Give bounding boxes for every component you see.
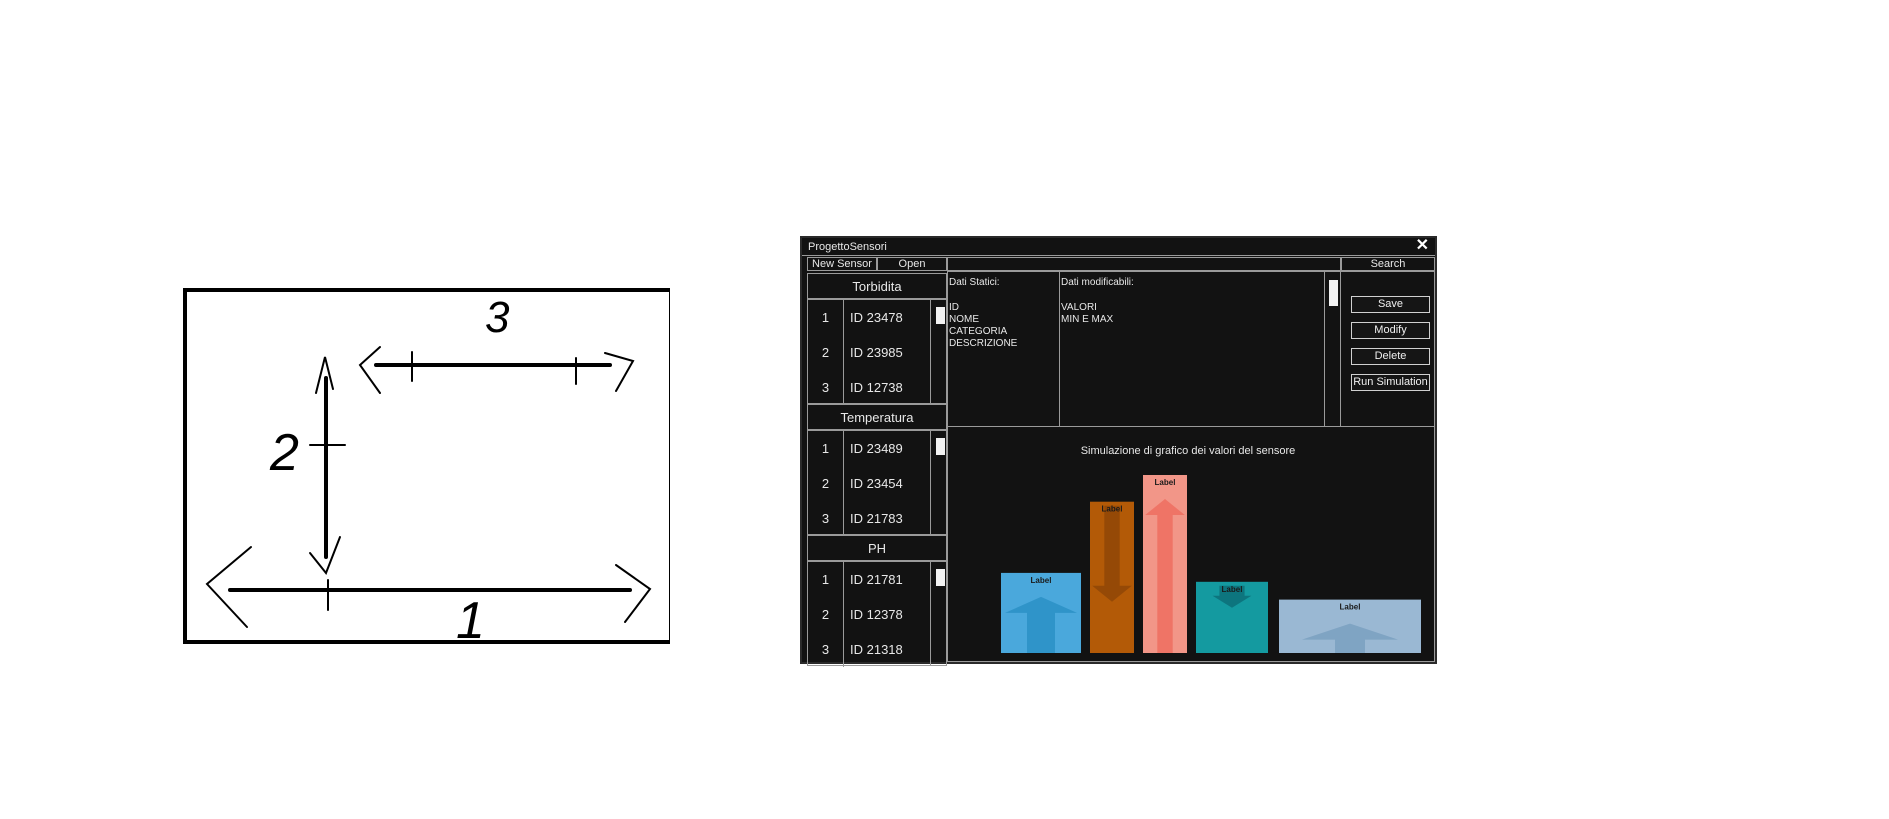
search-button[interactable]: Search [1341, 257, 1435, 271]
sensor-item[interactable]: ID 21783 [850, 501, 930, 536]
chart-panel: Simulazione di grafico dei valori del se… [947, 426, 1435, 662]
actions-panel: Save Modify Delete Run Simulation [1340, 271, 1435, 427]
sketch-arrow-2 [309, 356, 346, 575]
row-number: 1 [808, 431, 844, 466]
static-data-panel: Dati Statici: ID NOME CATEGORIA DESCRIZI… [947, 271, 1060, 427]
row-number: 3 [808, 632, 844, 667]
delete-button[interactable]: Delete [1351, 348, 1430, 365]
sensor-item[interactable]: ID 23478 [850, 300, 930, 335]
title-bar: ProgettoSensori [802, 238, 1435, 256]
static-data-heading: Dati Statici: [949, 277, 1000, 288]
editable-data-heading: Dati modificabili: [1061, 277, 1134, 288]
scrollbar[interactable] [930, 562, 946, 665]
modify-button[interactable]: Modify [1351, 322, 1430, 339]
scrollbar-thumb[interactable] [1329, 280, 1338, 306]
menu-spacer [947, 257, 1341, 271]
row-number: 1 [808, 562, 844, 597]
sketch-arrow-3 [358, 346, 635, 394]
category-list-temperatura: 1 ID 23489 2 ID 23454 3 ID 21783 [807, 430, 947, 536]
chart-bar-label: Label [1031, 576, 1052, 585]
chart-bar-label: Label [1222, 585, 1243, 594]
chart-bar-label: Label [1102, 505, 1123, 514]
save-button[interactable]: Save [1351, 296, 1430, 313]
layout-sketch: 3 2 1 [183, 288, 670, 645]
sensor-item[interactable]: ID 12738 [850, 370, 930, 405]
chart-bar-label: Label [1340, 603, 1361, 612]
category-header-torbidita: Torbidita [807, 273, 947, 299]
editable-data-line[interactable]: MIN E MAX [1061, 314, 1113, 326]
sketch-arrow-1 [205, 546, 652, 628]
sensor-item[interactable]: ID 21781 [850, 562, 930, 597]
scrollbar[interactable] [1324, 272, 1341, 426]
scrollbar-thumb[interactable] [936, 569, 945, 586]
window-title: ProgettoSensori [808, 241, 887, 253]
category-header-ph: PH [807, 535, 947, 561]
chart-bar-label: Label [1155, 478, 1176, 487]
app-window: ProgettoSensori ✕ New Sensor Open Search… [800, 236, 1437, 667]
new-sensor-button[interactable]: New Sensor [807, 257, 877, 271]
scrollbar-thumb[interactable] [936, 438, 945, 455]
simulation-chart: Label Label Label Label Label [1001, 475, 1421, 653]
static-data-line: ID [949, 302, 959, 313]
editable-data-line[interactable]: VALORI [1061, 302, 1097, 314]
sensor-list-panel: Torbidita 1 ID 23478 2 ID 23985 3 ID 127… [807, 273, 947, 667]
sensor-item[interactable]: ID 23489 [850, 431, 930, 466]
row-number: 3 [808, 501, 844, 536]
category-list-torbidita: 1 ID 23478 2 ID 23985 3 ID 12738 [807, 299, 947, 405]
sensor-item[interactable]: ID 21318 [850, 632, 930, 667]
run-simulation-button[interactable]: Run Simulation [1351, 374, 1430, 391]
scrollbar-thumb[interactable] [936, 307, 945, 324]
static-data-line: NOME [949, 314, 979, 325]
row-number: 2 [808, 335, 844, 370]
row-number: 1 [808, 300, 844, 335]
category-list-ph: 1 ID 21781 2 ID 12378 3 ID 21318 [807, 561, 947, 667]
scrollbar[interactable] [930, 300, 946, 403]
static-data-line: CATEGORIA [949, 326, 1008, 337]
row-number: 3 [808, 370, 844, 405]
sketch-label-3: 3 [485, 293, 510, 342]
sensor-item[interactable]: ID 12378 [850, 597, 930, 632]
open-button[interactable]: Open [877, 257, 947, 271]
close-icon[interactable]: ✕ [1416, 237, 1429, 255]
row-number: 2 [808, 466, 844, 501]
sensor-item[interactable]: ID 23985 [850, 335, 930, 370]
category-header-temperatura: Temperatura [807, 404, 947, 430]
static-data-line: DESCRIZIONE [949, 338, 1018, 349]
editable-data-panel: Dati modificabili: VALORI MIN E MAX [1059, 271, 1341, 427]
sensor-item[interactable]: ID 23454 [850, 466, 930, 501]
scrollbar[interactable] [930, 431, 946, 534]
sketch-label-1: 1 [456, 592, 485, 645]
sketch-label-2: 2 [269, 424, 299, 482]
row-number: 2 [808, 597, 844, 632]
